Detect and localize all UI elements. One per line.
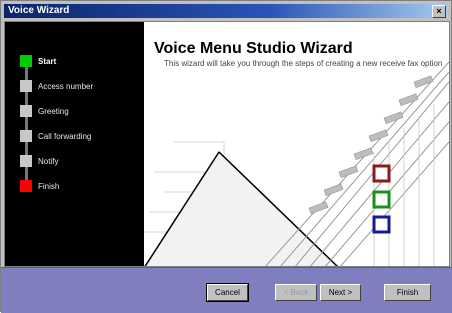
back-button[interactable]: < Back (275, 284, 317, 301)
step-call-forwarding-icon (20, 130, 32, 142)
decor-square-green (372, 190, 391, 209)
wizard-content: Start Access number Greeting Call forwar… (4, 21, 450, 267)
step-finish: Finish (20, 179, 59, 193)
page-title: Voice Menu Studio Wizard (154, 40, 353, 57)
wizard-main-panel: Voice Menu Studio Wizard This wizard wil… (144, 22, 449, 266)
step-label: Finish (38, 181, 60, 191)
step-notify-icon (20, 155, 32, 167)
step-call-forwarding: Call forwarding (20, 129, 91, 143)
step-start: Start (20, 54, 56, 68)
step-notify: Notify (20, 154, 58, 168)
close-button[interactable]: × (432, 5, 446, 18)
next-button[interactable]: Next > (320, 284, 361, 301)
step-label: Access number (38, 81, 94, 91)
title-bar[interactable]: Voice Wizard × (4, 4, 448, 18)
step-label: Greeting (38, 106, 69, 116)
step-label: Call forwarding (38, 131, 92, 141)
step-label: Notify (38, 156, 59, 166)
step-greeting: Greeting (20, 104, 69, 118)
cancel-button[interactable]: Cancel (206, 283, 249, 302)
decor-square-blue (372, 215, 391, 234)
decor-square-red (372, 164, 391, 183)
step-finish-icon (20, 180, 32, 192)
finish-button[interactable]: Finish (384, 284, 431, 301)
step-label: Start (38, 56, 57, 66)
close-icon: × (436, 6, 442, 16)
step-start-icon (20, 55, 32, 67)
wizard-window: Voice Wizard × Start Access number Greet… (0, 0, 452, 313)
steps-sidebar: Start Access number Greeting Call forwar… (5, 22, 144, 266)
step-access-number-icon (20, 80, 32, 92)
step-access-number: Access number (20, 79, 93, 93)
window-title: Voice Wizard (8, 5, 70, 16)
step-greeting-icon (20, 105, 32, 117)
wizard-description: This wizard will take you through the st… (164, 59, 443, 68)
